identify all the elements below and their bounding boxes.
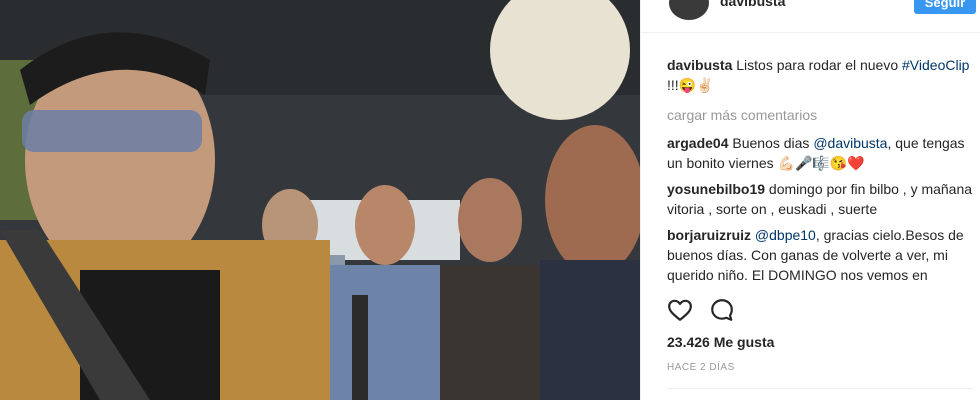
comment-mention[interactable]: @dbpe10: [755, 227, 816, 243]
post-timestamp[interactable]: HACE 2 DÍAS: [667, 362, 735, 373]
selfie-car-photo: [0, 0, 640, 400]
caption-text: Listos para rodar el nuevo: [736, 57, 899, 73]
comment-username[interactable]: argade04: [667, 135, 728, 151]
comment-item: argade04 Buenos dias @davibusta, que ten…: [667, 133, 973, 173]
load-more-comments-link[interactable]: cargar más comentarios: [667, 105, 973, 125]
comment-bubble-icon[interactable]: [709, 297, 737, 325]
post-photo[interactable]: [0, 0, 640, 400]
post-header: davibusta Seguir: [641, 0, 980, 33]
comments-list: davibusta Listos para rodar el nuevo #Vi…: [667, 55, 973, 288]
comment-username[interactable]: yosunebilbo19: [667, 181, 765, 197]
comment-item: yosunebilbo19 domingo por fin bilbo , y …: [667, 179, 973, 219]
caption-suffix: !!!😜✌🏻: [667, 77, 714, 93]
avatar[interactable]: [669, 0, 709, 20]
comment-mention[interactable]: @davibusta: [813, 135, 887, 151]
post-side-panel: davibusta Seguir davibusta Listos para r…: [640, 0, 980, 400]
caption: davibusta Listos para rodar el nuevo #Vi…: [667, 55, 973, 95]
author-username[interactable]: davibusta: [720, 0, 785, 9]
comment-username[interactable]: borjaruizruiz: [667, 227, 751, 243]
comment-item: borjaruizruiz @dbpe10, gracias cielo.Bes…: [667, 225, 973, 288]
heart-icon[interactable]: [667, 297, 695, 325]
follow-button[interactable]: Seguir: [914, 0, 976, 14]
caption-username[interactable]: davibusta: [667, 57, 732, 73]
likes-count[interactable]: 23.426 Me gusta: [667, 334, 774, 350]
caption-hashtag[interactable]: #VideoClip: [902, 57, 969, 73]
comment-text: Buenos dias: [732, 135, 814, 151]
divider: [667, 388, 973, 389]
